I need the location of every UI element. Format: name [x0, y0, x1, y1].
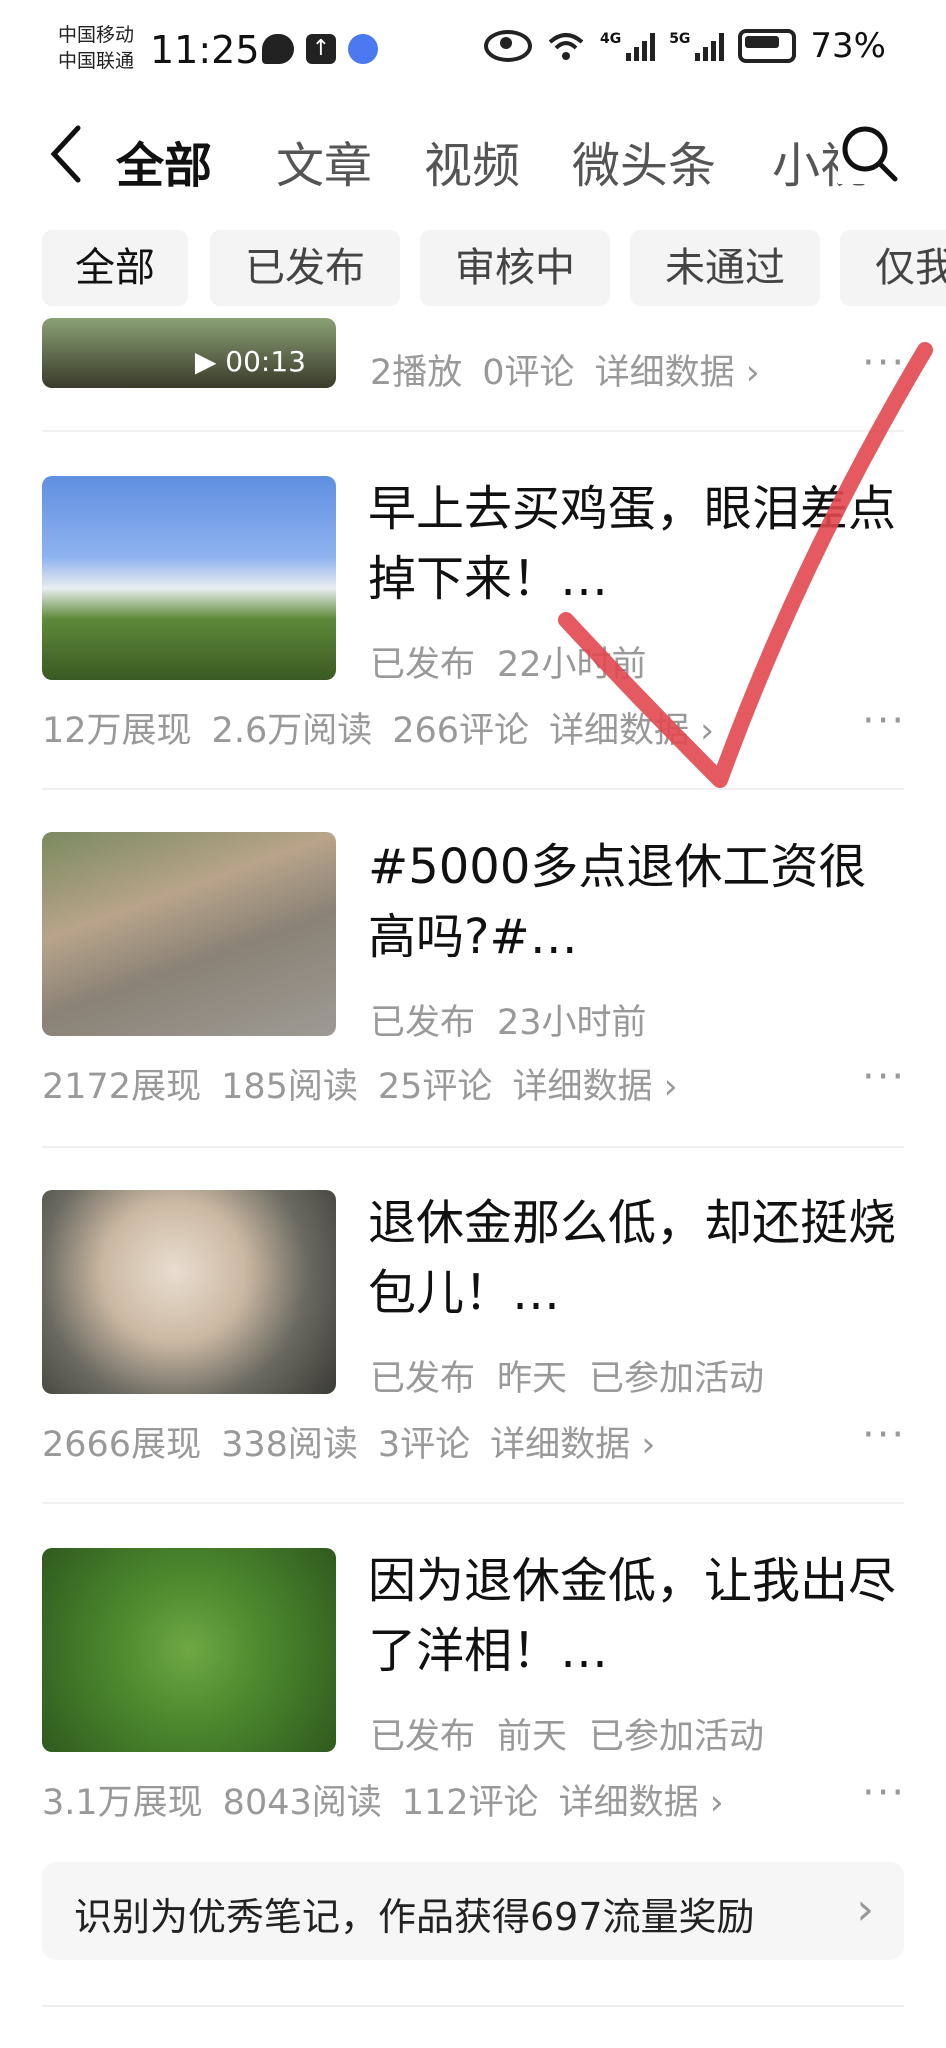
stat-impressions: 12万展现 — [42, 711, 192, 751]
publish-time: 前天 — [497, 1717, 568, 1757]
article-title[interactable]: 因为退休金低，让我出尽了洋相！… — [368, 1546, 908, 1686]
filter-chips: 全部 已发布 审核中 未通过 仅我 — [0, 230, 946, 306]
tab-videos[interactable]: 视频 — [424, 126, 520, 196]
publish-time: 昨天 — [497, 1359, 568, 1399]
chat-bubble-icon — [262, 34, 294, 64]
stat-comments: 3评论 — [377, 1425, 471, 1465]
clock: 11:25 — [150, 28, 260, 72]
stat-impressions: 2172展现 — [42, 1067, 202, 1107]
detail-data-link[interactable]: 详细数据 — [490, 1416, 655, 1467]
reward-banner-text: 识别为优秀笔记，作品获得697流量奖励 — [74, 1895, 755, 1939]
stat-comments: 0评论 — [482, 353, 575, 393]
signal-5g-icon: 5G — [669, 31, 725, 61]
article-stats: 2666展现 338阅读 3评论 详细数据 — [42, 1416, 655, 1467]
chip-under-review[interactable]: 审核中 — [420, 230, 610, 306]
stat-comments: 266评论 — [392, 711, 530, 751]
stat-reads: 8043阅读 — [222, 1783, 382, 1823]
article-thumbnail[interactable] — [42, 832, 336, 1036]
tab-micro-posts[interactable]: 微头条 — [572, 126, 716, 196]
article-title[interactable]: 早上去买鸡蛋，眼泪差点掉下来！… — [368, 474, 908, 614]
app-badge-icon — [348, 34, 378, 64]
partial-item-stats: 2播放 0评论 详细数据 — [370, 344, 760, 395]
chip-all[interactable]: 全部 — [42, 230, 188, 306]
article-thumbnail[interactable] — [42, 1548, 336, 1752]
divider — [42, 2005, 904, 2007]
more-options-icon[interactable]: ··· — [862, 1412, 906, 1458]
stat-comments: 25评论 — [377, 1067, 493, 1107]
divider — [42, 1502, 904, 1504]
carrier-labels: 中国移动 中国联通 — [58, 22, 134, 74]
article-stats: 3.1万展现 8043阅读 112评论 详细数据 — [42, 1774, 724, 1825]
publish-status: 已发布 — [370, 645, 476, 685]
stat-plays: 2播放 — [370, 353, 463, 393]
article-thumbnail[interactable] — [42, 1190, 336, 1394]
reward-banner[interactable]: 识别为优秀笔记，作品获得697流量奖励 › — [42, 1862, 904, 1960]
article-meta: 已发布 前天 已参加活动 — [370, 1708, 764, 1759]
article-meta: 已发布 22小时前 — [370, 636, 647, 687]
more-options-icon[interactable]: ··· — [862, 1770, 906, 1816]
status-bar: 中国移动 中国联通 11:25 ↑ 4G 5G 73% — [0, 0, 946, 100]
stat-comments: 112评论 — [401, 1783, 539, 1823]
notification-icons: ↑ — [262, 34, 378, 64]
article-meta: 已发布 昨天 已参加活动 — [370, 1350, 764, 1401]
wifi-icon — [548, 33, 584, 60]
tab-all[interactable]: 全部 — [116, 126, 212, 196]
carrier-2: 中国联通 — [58, 50, 135, 72]
activity-tag: 已参加活动 — [589, 1717, 765, 1757]
carrier-1: 中国移动 — [58, 24, 135, 46]
signal-4g-icon: 4G — [599, 31, 656, 61]
divider — [42, 788, 904, 790]
publish-status: 已发布 — [370, 1717, 476, 1757]
chip-private[interactable]: 仅我 — [840, 230, 946, 306]
net-label-2: 5G — [669, 31, 691, 47]
search-icon — [842, 126, 898, 182]
divider — [42, 1146, 904, 1148]
publish-status: 已发布 — [370, 1003, 476, 1043]
video-thumbnail[interactable]: ▶ 00:13 — [42, 318, 336, 388]
detail-data-link[interactable]: 详细数据 — [559, 1774, 724, 1825]
battery-percent: 73% — [810, 26, 886, 66]
net-label-1: 4G — [599, 31, 622, 47]
more-options-icon[interactable]: ··· — [862, 340, 906, 386]
upload-icon: ↑ — [306, 34, 336, 64]
detail-data-link[interactable]: 详细数据 — [549, 702, 714, 753]
back-arrow-icon[interactable] — [46, 124, 86, 184]
stat-reads: 2.6万阅读 — [211, 711, 373, 751]
stat-reads: 338阅读 — [221, 1425, 358, 1465]
chip-rejected[interactable]: 未通过 — [630, 230, 820, 306]
article-stats: 12万展现 2.6万阅读 266评论 详细数据 — [42, 702, 714, 753]
article-title[interactable]: #5000多点退休工资很高吗?#… — [368, 832, 908, 972]
detail-data-link[interactable]: 详细数据 — [512, 1058, 677, 1109]
article-meta: 已发布 23小时前 — [370, 994, 647, 1045]
detail-data-link[interactable]: 详细数据 — [595, 344, 760, 395]
system-icons: 4G 5G 73% — [483, 26, 886, 66]
stat-impressions: 3.1万展现 — [42, 1783, 203, 1823]
activity-tag: 已参加活动 — [589, 1359, 765, 1399]
stat-impressions: 2666展现 — [42, 1425, 202, 1465]
article-title[interactable]: 退休金那么低，却还挺烧包儿！… — [368, 1188, 908, 1328]
publish-time: 23小时前 — [497, 1003, 647, 1043]
more-options-icon[interactable]: ··· — [862, 1054, 906, 1100]
tab-articles[interactable]: 文章 — [276, 126, 372, 196]
video-duration: ▶ 00:13 — [194, 345, 306, 378]
divider — [42, 430, 904, 432]
stat-reads: 185阅读 — [221, 1067, 358, 1107]
search-button[interactable] — [838, 122, 900, 184]
publish-status: 已发布 — [370, 1359, 476, 1399]
chip-published[interactable]: 已发布 — [210, 230, 400, 306]
article-thumbnail[interactable] — [42, 476, 336, 680]
eye-icon — [483, 30, 532, 62]
publish-time: 22小时前 — [497, 645, 647, 685]
top-tab-bar: 全部 文章 视频 微头条 小视 — [0, 100, 946, 210]
battery-icon — [738, 29, 797, 63]
more-options-icon[interactable]: ··· — [862, 698, 906, 744]
article-stats: 2172展现 185阅读 25评论 详细数据 — [42, 1058, 678, 1109]
chevron-right-icon: › — [856, 1884, 874, 1935]
